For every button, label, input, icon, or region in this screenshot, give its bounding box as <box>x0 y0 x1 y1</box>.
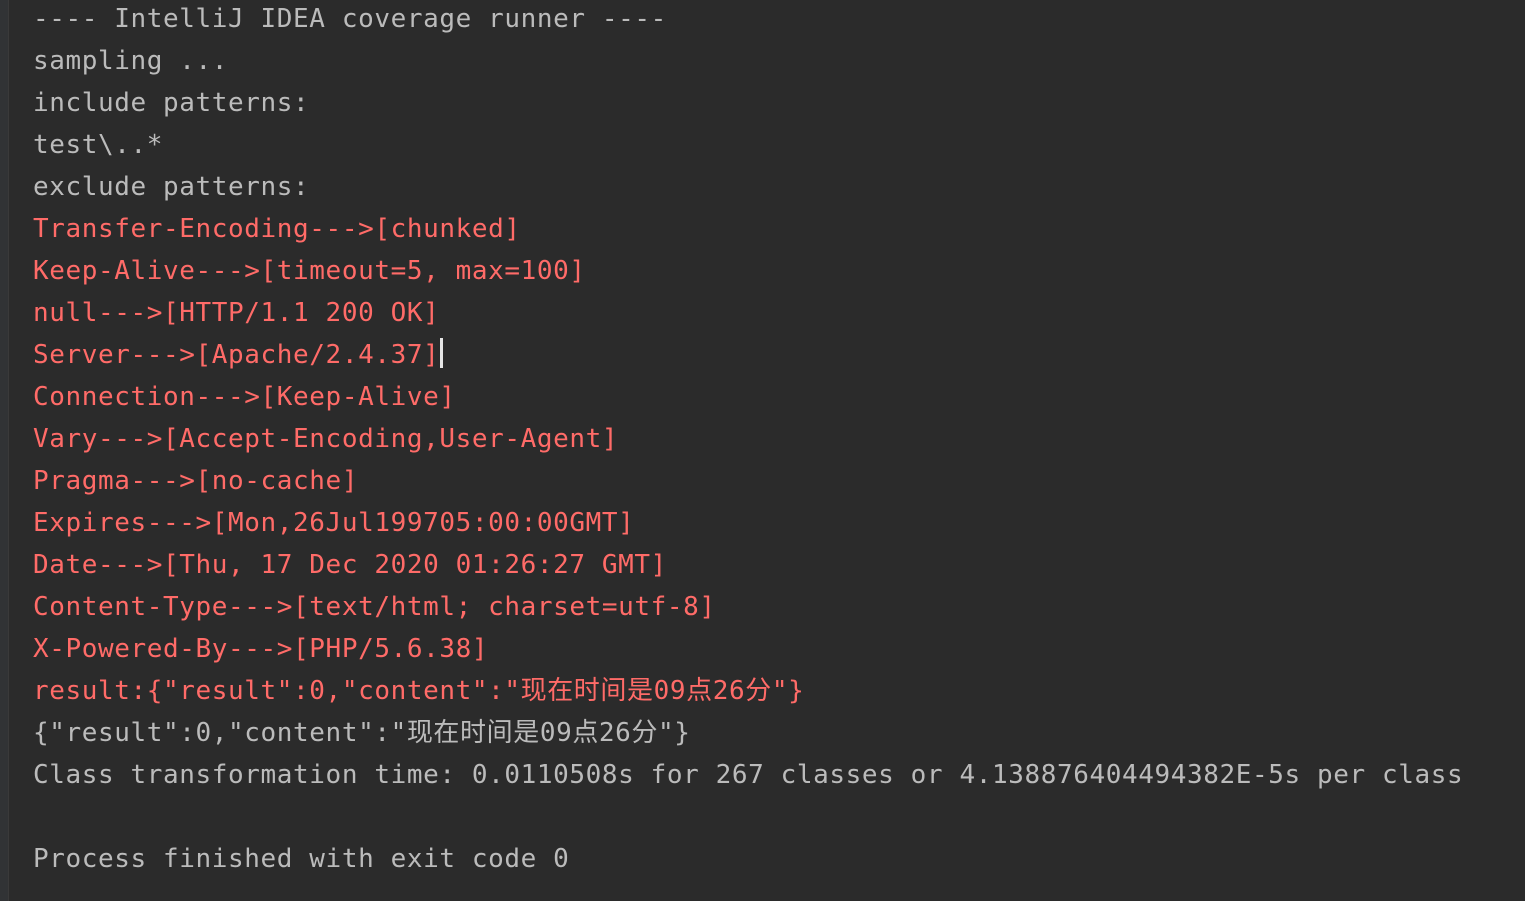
console-line: Class transformation time: 0.0110508s fo… <box>33 754 1463 796</box>
console-line: X-Powered-By--->[PHP/5.6.38] <box>33 628 1463 670</box>
console-line: result:{"result":0,"content":"现在时间是09点26… <box>33 670 1463 712</box>
console-line-text: sampling ... <box>33 46 229 76</box>
console-line: Transfer-Encoding--->[chunked] <box>33 208 1463 250</box>
console-line: Expires--->[Mon,26Jul199705:00:00GMT] <box>33 502 1463 544</box>
console-line-text: null--->[HTTP/1.1 200 OK] <box>33 298 440 328</box>
console-line-text: X-Powered-By--->[PHP/5.6.38] <box>33 634 489 664</box>
console-line: {"result":0,"content":"现在时间是09点26分"} <box>33 712 1463 754</box>
console-line: Date--->[Thu, 17 Dec 2020 01:26:27 GMT] <box>33 544 1463 586</box>
console-line-text: Server--->[Apache/2.4.37] <box>33 340 440 370</box>
console-line-text: exclude patterns: <box>33 172 310 202</box>
console-line: exclude patterns: <box>33 166 1463 208</box>
console-line: ---- IntelliJ IDEA coverage runner ---- <box>33 0 1463 40</box>
console-line-text: Date--->[Thu, 17 Dec 2020 01:26:27 GMT] <box>33 550 667 580</box>
console-line-text: test\..* <box>33 130 164 160</box>
run-console-output[interactable]: ---- IntelliJ IDEA coverage runner ---- s… <box>0 0 1525 901</box>
console-line: Pragma--->[no-cache] <box>33 460 1463 502</box>
console-line-text: Class transformation time: 0.0110508s fo… <box>33 760 1464 790</box>
console-line: include patterns: <box>33 82 1463 124</box>
console-line-text: Keep-Alive--->[timeout=5, max=100] <box>33 256 586 286</box>
console-line: Process finished with exit code 0 <box>33 838 1463 880</box>
console-line-text: {"result":0,"content":"现在时间是09点26分"} <box>33 718 691 748</box>
console-line-text: result:{"result":0,"content":"现在时间是09点26… <box>33 676 805 706</box>
console-line: Vary--->[Accept-Encoding,User-Agent] <box>33 418 1463 460</box>
console-line-text: Process finished with exit code 0 <box>33 844 570 874</box>
console-line: null--->[HTTP/1.1 200 OK] <box>33 292 1463 334</box>
console-line: Keep-Alive--->[timeout=5, max=100] <box>33 250 1463 292</box>
console-line: Server--->[Apache/2.4.37] <box>33 334 1463 376</box>
console-line-text: ---- IntelliJ IDEA coverage runner ---- <box>33 4 667 34</box>
console-line: test\..* <box>33 124 1463 166</box>
console-line: sampling ... <box>33 40 1463 82</box>
console-line-text: include patterns: <box>33 88 310 118</box>
console-line-text: Transfer-Encoding--->[chunked] <box>33 214 521 244</box>
console-left-gutter <box>0 0 9 901</box>
console-lines[interactable]: ---- IntelliJ IDEA coverage runner ---- s… <box>33 0 1463 880</box>
console-line-text: Vary--->[Accept-Encoding,User-Agent] <box>33 424 619 454</box>
console-line-text: Connection--->[Keep-Alive] <box>33 382 456 412</box>
console-line: Connection--->[Keep-Alive] <box>33 376 1463 418</box>
console-line-text: Expires--->[Mon,26Jul199705:00:00GMT] <box>33 508 635 538</box>
console-line-text: Pragma--->[no-cache] <box>33 466 359 496</box>
console-line-text: Content-Type--->[text/html; charset=utf-… <box>33 592 716 622</box>
text-caret <box>440 338 444 368</box>
console-line: Content-Type--->[text/html; charset=utf-… <box>33 586 1463 628</box>
